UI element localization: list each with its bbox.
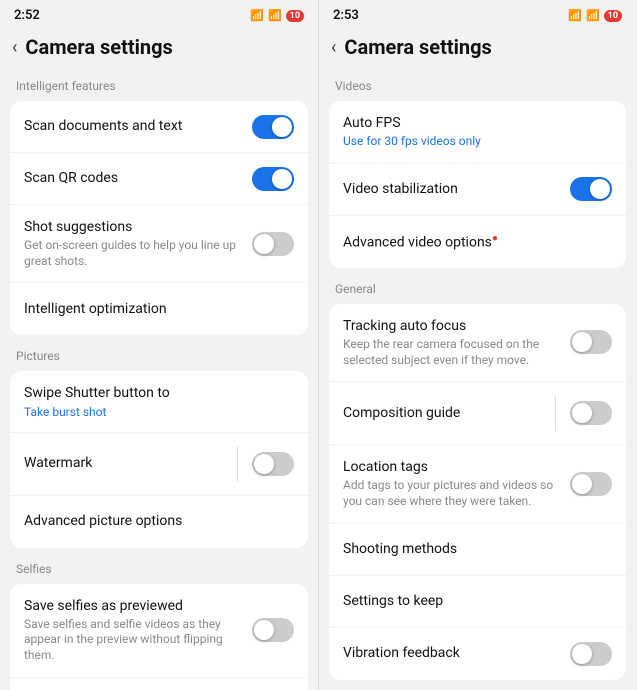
scroll-content-right: Videos Auto FPS Use for 30 fps videos on… (319, 69, 636, 690)
intelligent-optimization-title: Intelligent optimization (24, 300, 284, 318)
signal-icon: 📶 (268, 9, 282, 22)
row-settings-to-keep[interactable]: Settings to keep (329, 576, 626, 628)
scan-documents-toggle[interactable] (252, 115, 294, 139)
back-button-left[interactable]: ‹ (12, 37, 17, 58)
section-label-pictures: Pictures (0, 339, 318, 367)
wifi-icon: 📶 (250, 9, 264, 22)
composition-divider (555, 395, 556, 431)
notification-badge-right: 10 (604, 10, 622, 22)
row-advanced-video[interactable]: Advanced video options● (329, 216, 626, 268)
scan-qr-toggle[interactable] (252, 167, 294, 191)
status-time-left: 2:52 (14, 8, 40, 23)
header-left: ‹ Camera settings (0, 27, 318, 69)
row-watermark: Watermark (10, 433, 308, 496)
advanced-picture-title: Advanced picture options (24, 512, 284, 530)
panel-left: 2:52 📶 📶 10 ‹ Camera settings Intelligen… (0, 0, 318, 690)
card-videos: Auto FPS Use for 30 fps videos only Vide… (329, 101, 626, 268)
watermark-divider (237, 446, 238, 482)
auto-fps-title: Auto FPS (343, 114, 602, 132)
section-label-intelligent: Intelligent features (0, 69, 318, 97)
settings-to-keep-title: Settings to keep (343, 592, 602, 610)
panel-right: 2:53 📶 📶 10 ‹ Camera settings Videos Aut… (318, 0, 636, 690)
status-bar-right: 2:53 📶 📶 10 (319, 0, 636, 27)
location-tags-sub: Add tags to your pictures and videos so … (343, 478, 560, 509)
status-bar-left: 2:52 📶 📶 10 (0, 0, 318, 27)
row-shooting-methods[interactable]: Shooting methods (329, 524, 626, 576)
scan-qr-title: Scan QR codes (24, 169, 242, 187)
watermark-toggle[interactable] (252, 452, 294, 476)
row-swipe-shutter[interactable]: Swipe Shutter button to Take burst shot (10, 371, 308, 432)
card-general: Tracking auto focus Keep the rear camera… (329, 304, 626, 680)
shooting-methods-title: Shooting methods (343, 540, 602, 558)
section-label-general: General (319, 272, 636, 300)
video-stabilization-toggle[interactable] (570, 177, 612, 201)
tracking-focus-toggle[interactable] (570, 330, 612, 354)
save-selfies-title: Save selfies as previewed (24, 597, 242, 615)
wifi-icon-right: 📶 (568, 9, 582, 22)
row-tracking-focus: Tracking auto focus Keep the rear camera… (329, 304, 626, 382)
row-video-stabilization: Video stabilization (329, 164, 626, 216)
page-title-left: Camera settings (25, 35, 172, 59)
signal-icon-right: 📶 (586, 9, 600, 22)
save-selfies-sub: Save selfies and selfie videos as they a… (24, 617, 242, 664)
header-right: ‹ Camera settings (319, 27, 636, 69)
shot-suggestions-title: Shot suggestions (24, 218, 242, 236)
tracking-focus-title: Tracking auto focus (343, 317, 560, 335)
card-selfies: Save selfies as previewed Save selfies a… (10, 584, 308, 690)
row-scan-documents: Scan documents and text (10, 101, 308, 153)
section-label-videos: Videos (319, 69, 636, 97)
location-tags-title: Location tags (343, 458, 560, 476)
row-composition-guide: Composition guide (329, 382, 626, 445)
shot-suggestions-sub: Get on-screen guides to help you line up… (24, 238, 242, 269)
tracking-focus-sub: Keep the rear camera focused on the sele… (343, 337, 560, 368)
scroll-content-left: Intelligent features Scan documents and … (0, 69, 318, 690)
row-location-tags: Location tags Add tags to your pictures … (329, 445, 626, 523)
vibration-feedback-toggle[interactable] (570, 642, 612, 666)
notification-badge-left: 10 (286, 10, 304, 22)
row-shot-suggestions: Shot suggestions Get on-screen guides to… (10, 205, 308, 283)
status-time-right: 2:53 (333, 8, 359, 23)
section-label-selfies: Selfies (0, 552, 318, 580)
status-icons-left: 📶 📶 10 (250, 9, 304, 22)
advanced-video-title: Advanced video options● (343, 232, 602, 252)
row-vibration-feedback: Vibration feedback (329, 628, 626, 680)
section-label-privacy: Privacy (319, 684, 636, 690)
watermark-title: Watermark (24, 454, 227, 472)
row-swipe-cameras: Swipe up/down to switch cameras (10, 678, 308, 690)
composition-guide-toggle[interactable] (570, 401, 612, 425)
card-intelligent-features: Scan documents and text Scan QR codes Sh… (10, 101, 308, 335)
row-auto-fps[interactable]: Auto FPS Use for 30 fps videos only (329, 101, 626, 164)
vibration-feedback-title: Vibration feedback (343, 644, 560, 662)
save-selfies-toggle[interactable] (252, 618, 294, 642)
row-advanced-picture[interactable]: Advanced picture options (10, 496, 308, 548)
back-button-right[interactable]: ‹ (331, 37, 336, 58)
row-save-selfies: Save selfies as previewed Save selfies a… (10, 584, 308, 678)
advanced-video-dot: ● (492, 233, 498, 244)
status-icons-right: 📶 📶 10 (568, 9, 622, 22)
card-pictures: Swipe Shutter button to Take burst shot … (10, 371, 308, 547)
auto-fps-sub: Use for 30 fps videos only (343, 134, 602, 150)
row-scan-qr: Scan QR codes (10, 153, 308, 205)
page-title-right: Camera settings (344, 35, 491, 59)
swipe-shutter-link: Take burst shot (24, 405, 284, 419)
composition-guide-title: Composition guide (343, 404, 545, 422)
shot-suggestions-toggle[interactable] (252, 232, 294, 256)
location-tags-toggle[interactable] (570, 472, 612, 496)
scan-documents-title: Scan documents and text (24, 117, 242, 135)
video-stabilization-title: Video stabilization (343, 180, 560, 198)
swipe-shutter-title: Swipe Shutter button to (24, 384, 284, 402)
row-intelligent-optimization[interactable]: Intelligent optimization (10, 283, 308, 335)
